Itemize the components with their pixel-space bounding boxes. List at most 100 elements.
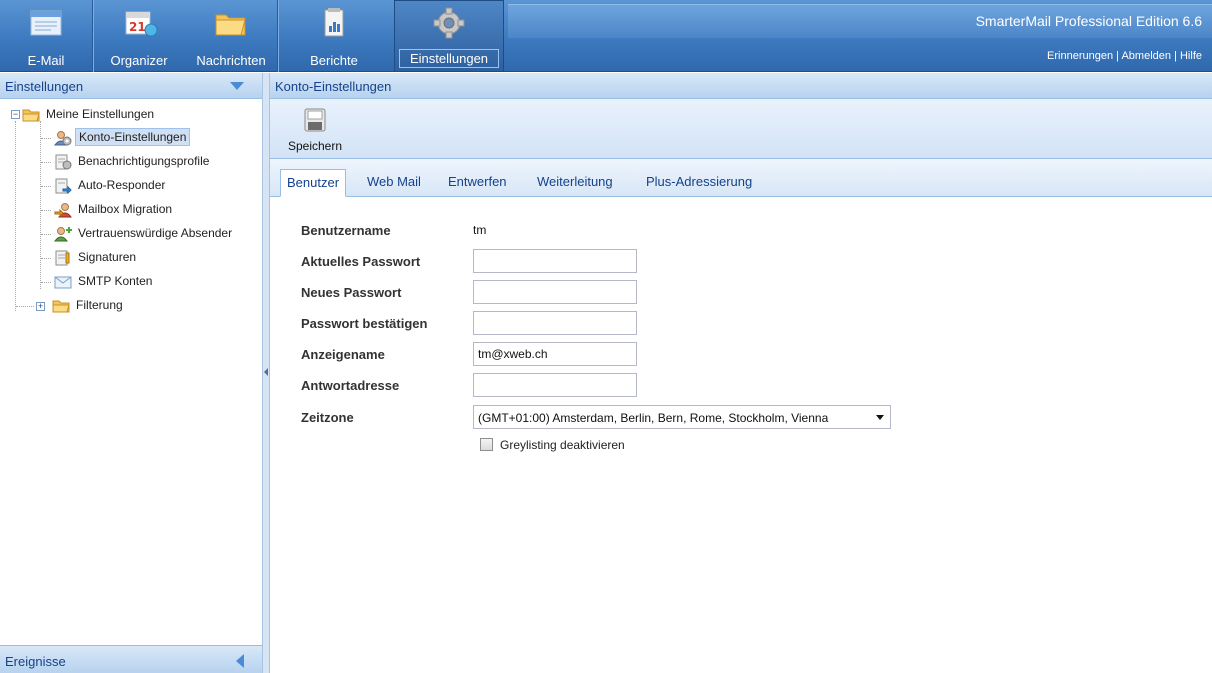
tree-node-auto-responder[interactable]: Auto-Responder [54,175,168,197]
nav-messages-label: Nachrichten [196,53,266,68]
nav-reports-label: Berichte [310,53,358,68]
greylisting-checkbox[interactable] [480,438,493,451]
reply-address-row: Antwortadresse [301,373,1201,397]
collapse-toggle-icon[interactable]: − [11,110,20,119]
brand-area: SmarterMail Professional Edition 6.6 Eri… [508,0,1212,72]
email-icon [30,10,62,36]
events-panel-header[interactable]: Ereignisse [0,645,262,673]
folder-open-icon [52,300,70,313]
tab-compose[interactable]: Entwerfen [442,169,513,197]
tree-node-label: Auto-Responder [78,178,166,192]
signature-icon [55,250,70,266]
nav-messages-button[interactable]: Nachrichten [185,0,277,72]
folder-icon [215,14,246,36]
current-password-input[interactable] [473,249,637,273]
tree-line [41,234,51,235]
tree-node-notification-profiles[interactable]: Benachrichtigungsprofile [54,151,212,173]
main-title: Konto-Einstellungen [275,79,392,94]
greylisting-label[interactable]: Greylisting deaktivieren [500,438,625,452]
logout-link[interactable]: Abmelden [1121,50,1171,62]
sidebar-header[interactable]: Einstellungen [0,73,262,99]
timezone-select[interactable]: (GMT+01:00) Amsterdam, Berlin, Bern, Rom… [473,405,891,429]
confirm-password-label: Passwort bestätigen [301,316,428,331]
main-toolbar: E-Mail 21 Organizer Nachrichten Berichte [0,0,1212,72]
tree-line [41,282,51,283]
tree-node-smtp-accounts[interactable]: SMTP Konten [54,271,155,293]
tree-node-filtering[interactable]: Filterung [52,295,126,317]
floppy-disk-icon [304,108,326,132]
gear-icon [433,7,465,39]
username-label: Benutzername [301,223,391,238]
tree-node-label: SMTP Konten [78,274,153,288]
new-password-label: Neues Passwort [301,285,402,300]
tab-bar: Benutzer Web Mail Entwerfen Weiterleitun… [270,159,1212,197]
tab-forwarding[interactable]: Weiterleitung [531,169,619,197]
smtp-account-icon [54,276,72,289]
expand-left-icon[interactable] [236,654,244,668]
nav-reports-button[interactable]: Berichte [278,0,390,72]
tree-node-mailbox-migration[interactable]: Mailbox Migration [54,199,175,221]
new-password-input[interactable] [473,280,637,304]
chevron-down-icon [876,415,884,420]
new-password-row: Neues Passwort [301,280,1201,304]
username-row: Benutzername tm [301,218,1201,242]
panel-splitter[interactable] [262,73,270,673]
auto-responder-icon [55,178,72,194]
current-password-row: Aktuelles Passwort [301,249,1201,273]
tab-plus-addressing[interactable]: Plus-Adressierung [640,169,758,197]
action-bar: Speichern [270,99,1212,159]
save-label: Speichern [287,139,343,153]
help-link[interactable]: Hilfe [1180,50,1202,62]
tab-web-mail[interactable]: Web Mail [361,169,427,197]
nav-settings-button[interactable]: Einstellungen [394,0,504,72]
tree-line [41,210,51,211]
nav-organizer-label: Organizer [110,53,168,68]
confirm-password-row: Passwort bestätigen [301,311,1201,335]
tree-node-trusted-senders[interactable]: Vertrauenswürdige Absender [54,223,235,245]
settings-sidebar: Einstellungen − Meine Einstellungen Kont… [0,73,262,673]
nav-email-button[interactable]: E-Mail [0,0,92,72]
expand-toggle-icon[interactable]: + [36,302,45,311]
reminders-link[interactable]: Erinnerungen [1047,50,1113,62]
save-button[interactable]: Speichern [282,107,348,155]
report-icon [324,8,344,37]
events-title: Ereignisse [5,654,66,669]
mailbox-migration-icon [54,202,72,218]
tree-node-account-settings[interactable]: Konto-Einstellungen [54,127,191,149]
collapse-down-icon[interactable] [230,82,244,90]
tree-node-label: Benachrichtigungsprofile [78,154,210,168]
tree-node-my-settings[interactable]: Meine Einstellungen [22,104,157,126]
tree-line [41,138,51,139]
timezone-label: Zeitzone [301,410,354,425]
calendar-icon: 21 [125,11,158,37]
tree-line [40,121,41,289]
sidebar-title: Einstellungen [5,79,84,94]
collapse-left-icon[interactable] [264,368,268,376]
timezone-selected-value: (GMT+01:00) Amsterdam, Berlin, Bern, Rom… [478,411,829,425]
link-separator: | [1174,50,1177,62]
tree-node-label: Meine Einstellungen [46,107,155,121]
current-password-label: Aktuelles Passwort [301,254,421,269]
nav-organizer-button[interactable]: 21 Organizer [93,0,185,72]
display-name-input[interactable] [473,342,637,366]
user-gear-icon [54,130,72,146]
display-name-row: Anzeigename [301,342,1201,366]
tree-node-signatures[interactable]: Signaturen [54,247,139,269]
tree-node-label: Konto-Einstellungen [75,128,191,146]
reply-address-input[interactable] [473,373,637,397]
tree-line [41,186,51,187]
notification-profile-icon [55,154,72,170]
nav-settings-label: Einstellungen [399,49,499,68]
tree-line [16,306,34,307]
confirm-password-input[interactable] [473,311,637,335]
tree-node-label: Mailbox Migration [78,202,173,216]
svg-text:21: 21 [129,20,146,34]
tab-user[interactable]: Benutzer [280,169,347,197]
tree-line [41,258,51,259]
folder-open-icon [22,109,40,122]
product-title: SmarterMail Professional Edition 6.6 [975,13,1202,29]
reply-address-label: Antwortadresse [301,378,400,393]
nav-email-label: E-Mail [27,53,65,68]
trusted-sender-icon [54,226,72,242]
main-header: Konto-Einstellungen [270,73,1212,99]
